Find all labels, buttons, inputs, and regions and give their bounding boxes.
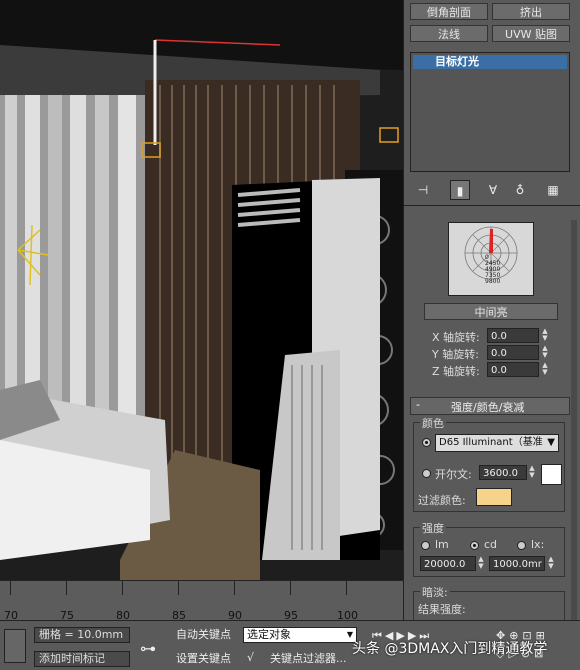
kelvin-input[interactable]: 3600.0: [479, 465, 527, 480]
perspective-viewport[interactable]: [0, 0, 403, 580]
chevron-down-icon: ▼: [547, 437, 555, 448]
unit-lx-label: lx:: [531, 538, 545, 551]
intensity-rollout-header[interactable]: - 强度/颜色/衰减: [410, 397, 570, 415]
scene-render: [0, 0, 403, 580]
z-rotation-label: Z 轴旋转:: [432, 365, 480, 378]
panel-divider: [403, 205, 580, 206]
modifier-stack-item-target-light[interactable]: 目标灯光: [413, 55, 567, 69]
kelvin-radio[interactable]: [422, 469, 431, 478]
filter-color-swatch[interactable]: [476, 488, 512, 506]
intensity-spinner-icon[interactable]: ▲ ▼: [477, 556, 485, 571]
modifier-stack-list[interactable]: 目标灯光: [410, 52, 570, 172]
timeline-tick-90: [234, 581, 235, 595]
result-intensity-label: 结果强度:: [418, 603, 466, 616]
unit-cd-radio[interactable]: [470, 541, 479, 550]
x-rotation-spinner-icon[interactable]: ▲ ▼: [541, 328, 549, 343]
bevel-profile-button[interactable]: 倒角剖面: [410, 3, 488, 20]
x-rotation-label: X 轴旋转:: [432, 331, 480, 344]
preset-radio[interactable]: [422, 438, 431, 447]
preset-dropdown-value: D65 Illuminant（基准: [439, 437, 543, 448]
status-bar: 栅格 = 10.0mm 添加时间标记 ⊶ 自动关键点 设置关键点 选定对象 ▼ …: [0, 620, 580, 670]
timeline-tick-100: [346, 581, 347, 595]
x-rotation-input[interactable]: 0.0: [487, 328, 539, 343]
photometric-web-preview: 0 2450 4900 7350 9800: [448, 222, 534, 296]
timeline-tick-95: [290, 581, 291, 595]
web-scale-labels: 0 2450 4900 7350 9800: [485, 255, 500, 285]
unit-lx-radio[interactable]: [517, 541, 526, 550]
timeline-tick-85: [178, 581, 179, 595]
configure-modifier-sets-icon[interactable]: ▦: [543, 180, 563, 200]
selected-object-value: 选定对象: [247, 628, 291, 641]
remove-modifier-icon[interactable]: ♁: [510, 180, 530, 200]
watermark-text: 头条 @3DMAX入门到精通教学: [352, 641, 548, 657]
intensity-rollout-title: 强度/颜色/衰减: [451, 401, 525, 414]
intensity-input[interactable]: 20000.0: [420, 556, 476, 571]
extrude-button[interactable]: 挤出: [492, 3, 570, 20]
intensity-group-label: 强度: [420, 520, 446, 536]
z-rotation-spinner-icon[interactable]: ▲ ▼: [541, 362, 549, 377]
make-unique-icon[interactable]: ∀: [483, 180, 503, 200]
selected-object-dropdown[interactable]: 选定对象 ▼: [243, 627, 357, 643]
z-rotation-input[interactable]: 0.0: [487, 362, 539, 377]
pin-stack-icon[interactable]: ⊣: [413, 180, 433, 200]
y-rotation-label: Y 轴旋转:: [432, 348, 479, 361]
preset-dropdown[interactable]: D65 Illuminant（基准 ▼: [435, 434, 559, 452]
maxscript-listener-icon[interactable]: [4, 629, 26, 663]
y-rotation-spinner-icon[interactable]: ▲ ▼: [541, 345, 549, 360]
set-key-button[interactable]: 设置关键点: [176, 651, 240, 667]
unit-lm-label: lm: [435, 538, 449, 551]
kelvin-color-swatch[interactable]: [541, 464, 562, 485]
y-rotation-input[interactable]: 0.0: [487, 345, 539, 360]
kelvin-spinner-icon[interactable]: ▲ ▼: [528, 465, 536, 480]
collapse-icon: -: [416, 398, 420, 411]
key-filters-button[interactable]: 关键点过滤器...: [270, 651, 360, 667]
distance-input[interactable]: 1000.0mr: [489, 556, 545, 571]
dimming-group-label: 暗淡:: [420, 584, 450, 600]
key-mode-icon[interactable]: √: [247, 651, 254, 664]
distance-spinner-icon[interactable]: ▲ ▼: [547, 556, 555, 571]
unit-lm-radio[interactable]: [421, 541, 430, 550]
color-group-label: 颜色: [420, 415, 446, 431]
modifier-stack-toolbar: ⊣ ▮ ∀ ♁ ▦: [405, 178, 577, 202]
auto-key-button[interactable]: 自动关键点: [176, 627, 240, 643]
timeline-tick-80: [122, 581, 123, 595]
grid-readout: 栅格 = 10.0mm: [34, 627, 130, 643]
normal-button[interactable]: 法线: [410, 25, 488, 42]
add-time-tag-button[interactable]: 添加时间标记: [34, 651, 130, 667]
timeline-tick-75: [66, 581, 67, 595]
kelvin-label: 开尔文:: [435, 468, 472, 481]
timeline-tick-70: [10, 581, 11, 595]
unit-cd-label: cd: [484, 538, 498, 551]
command-panel-scrollbar[interactable]: [571, 220, 577, 620]
show-end-result-icon[interactable]: ▮: [450, 180, 470, 200]
timeline-track[interactable]: 70 75 80 85 90 95 100: [0, 580, 403, 622]
key-icon[interactable]: ⊶: [140, 639, 156, 658]
web-file-button[interactable]: 中间亮: [424, 303, 558, 320]
filter-color-label: 过滤颜色:: [418, 494, 466, 507]
uvw-map-button[interactable]: UVW 贴图: [492, 25, 570, 42]
web-scale-4: 9800: [485, 278, 501, 285]
